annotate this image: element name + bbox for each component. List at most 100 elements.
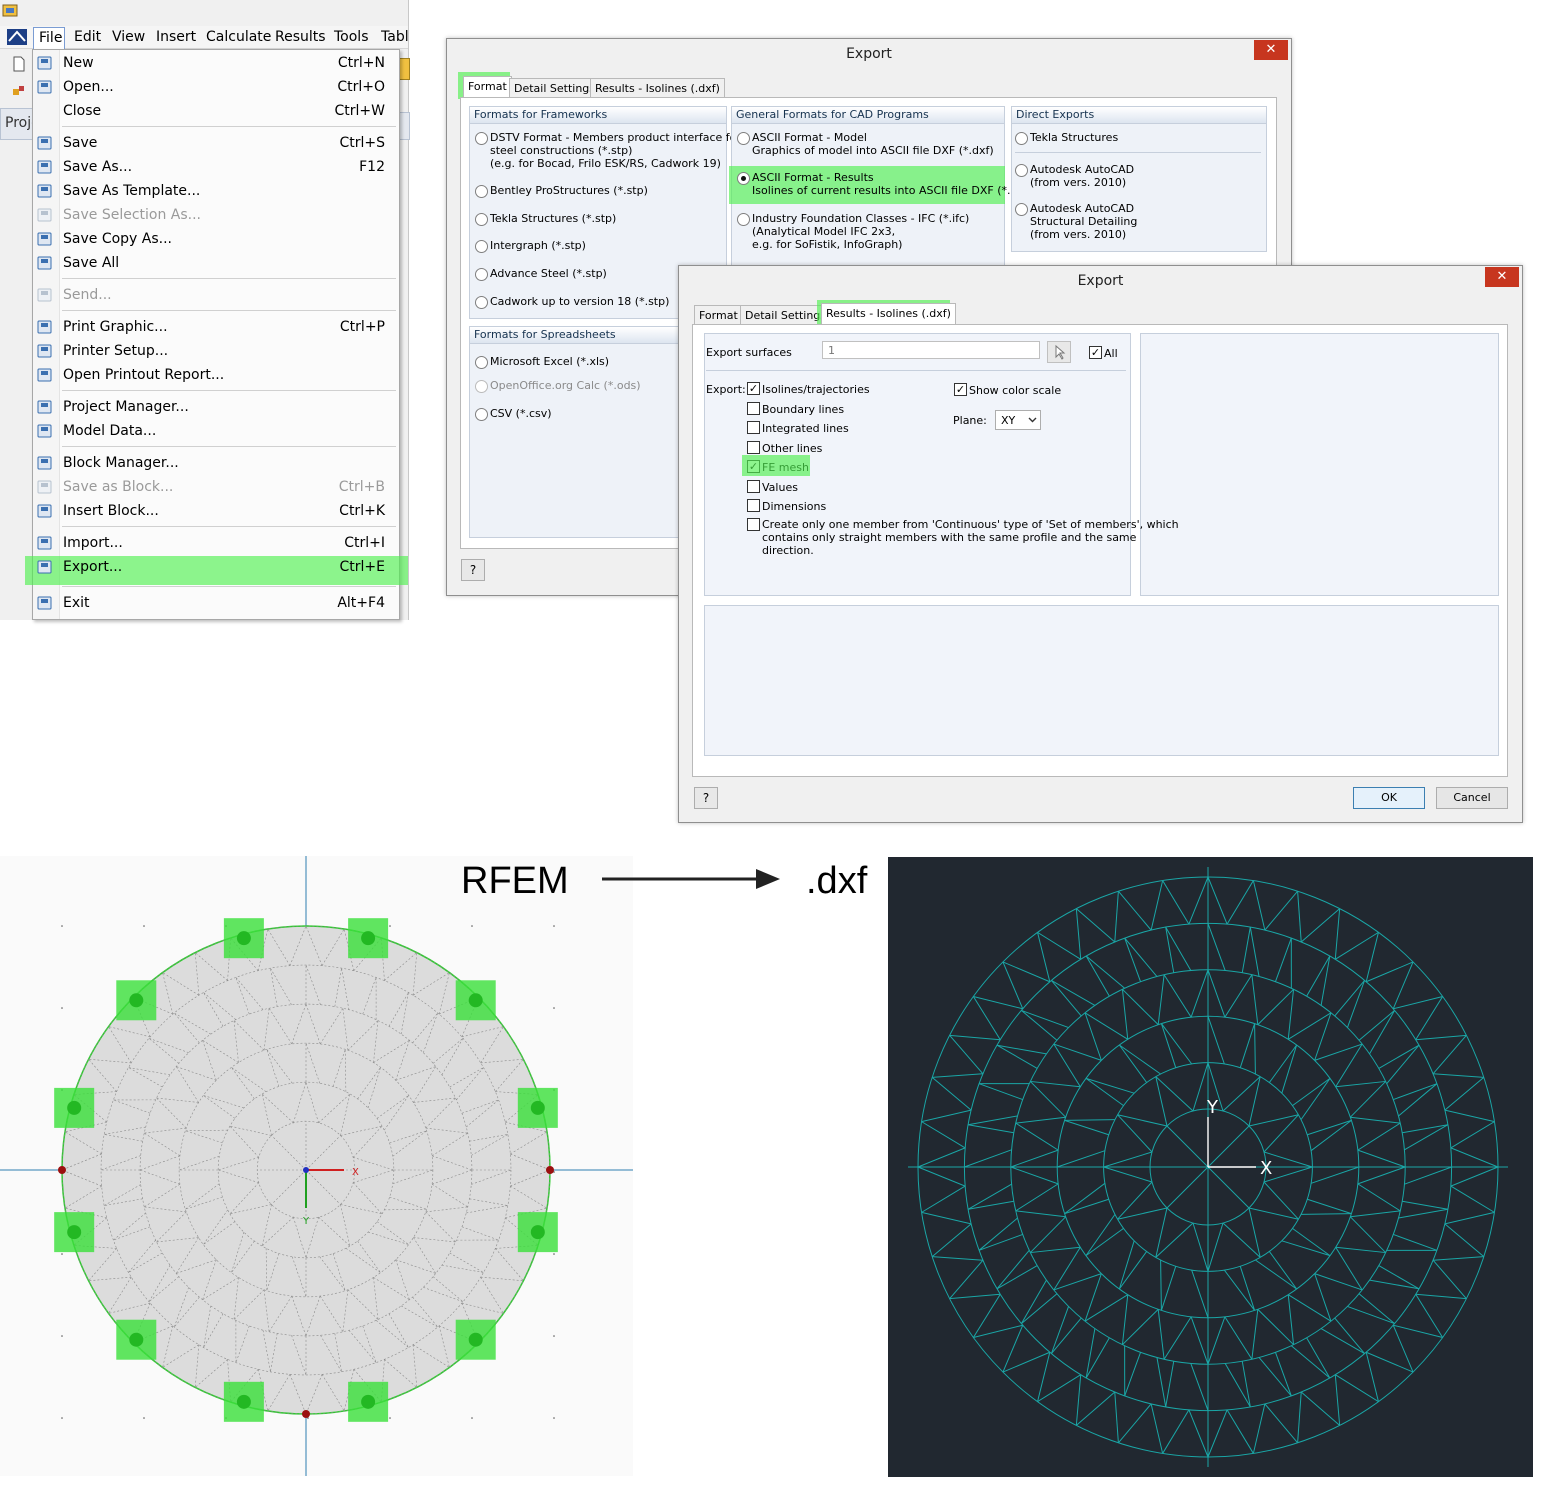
dxf-mesh-diagonal	[1255, 1259, 1297, 1290]
dxf-mesh-diagonal	[1192, 1062, 1209, 1112]
export-check-other-lines[interactable]	[747, 441, 760, 454]
export-check-boundary-lines[interactable]	[747, 402, 760, 415]
dxf-mesh-edge	[1268, 1251, 1298, 1290]
dxf-mesh-diagonal	[1053, 1273, 1102, 1291]
cancel-button[interactable]: Cancel	[1436, 787, 1508, 809]
new-document-icon[interactable]	[12, 56, 26, 72]
export-check-values[interactable]	[747, 480, 760, 493]
dxf-mesh-diagonal	[1357, 1149, 1406, 1168]
dxf-mesh-diagonal	[1037, 1374, 1081, 1403]
menu-item-open[interactable]: Open... Ctrl+O	[32, 76, 398, 98]
local-x-label: X	[352, 1167, 359, 1178]
tab-format[interactable]: Format	[694, 305, 743, 326]
menu-item-save-as[interactable]: Save As... F12	[32, 156, 398, 178]
dxf-mesh-edge	[1393, 1233, 1438, 1251]
export-check-integrated-lines[interactable]	[747, 421, 760, 434]
plane-select[interactable]: XY	[995, 410, 1041, 430]
dxf-mesh-diagonal	[1393, 996, 1443, 1010]
all-checkbox[interactable]: ✓	[1089, 346, 1102, 359]
select-surfaces-button[interactable]	[1047, 341, 1071, 363]
ok-button[interactable]: OK	[1353, 787, 1425, 809]
dxf-mesh-diagonal	[1076, 1391, 1116, 1426]
dxf-mesh-diagonal	[1335, 1246, 1363, 1291]
export-surfaces-input[interactable]: 1	[822, 341, 1040, 359]
menu-results[interactable]: Results	[275, 29, 326, 45]
menu-item-printer-setup[interactable]: Printer Setup...	[32, 340, 398, 362]
tab-results-isolines[interactable]: Results - Isolines (.dxf)	[821, 303, 956, 324]
menu-item-close[interactable]: Close Ctrl+W	[32, 100, 398, 122]
close-button[interactable]: ✕	[1485, 267, 1519, 287]
menu-calculate[interactable]: Calculate	[206, 29, 271, 45]
local-y-label: Y	[302, 1216, 310, 1227]
arrow-right-icon	[602, 869, 780, 889]
menu-item-new[interactable]: New Ctrl+N	[32, 52, 398, 74]
autocad-detailing-radio[interactable]	[1015, 203, 1028, 216]
autocad-radio[interactable]	[1015, 164, 1028, 177]
ifc-radio[interactable]	[737, 213, 750, 226]
dxf-mesh-diagonal	[1084, 1294, 1129, 1322]
menu-item-import[interactable]: Import... Ctrl+I	[32, 532, 398, 554]
menu-edit[interactable]: Edit	[74, 29, 101, 45]
cadwork-radio[interactable]	[475, 296, 488, 309]
dxf-mesh-diagonal	[1085, 1077, 1135, 1094]
openoffice-radio	[475, 380, 488, 393]
dxf-mesh-diagonal	[1287, 1012, 1332, 1040]
excel-radio[interactable]	[475, 356, 488, 369]
dxf-mesh-diagonal	[1450, 1147, 1499, 1168]
menu-item-block-manager[interactable]: Block Manager...	[32, 452, 398, 474]
export-icon	[37, 559, 53, 575]
menu-separator	[62, 310, 396, 311]
tekla-stp-radio[interactable]	[475, 213, 488, 226]
dxf-mesh-diagonal	[1190, 969, 1209, 1018]
tab-results-isolines[interactable]: Results - Isolines (.dxf)	[590, 78, 725, 99]
help-button[interactable]: ?	[461, 559, 485, 581]
ascii-results-radio[interactable]	[737, 172, 750, 185]
support-node	[361, 931, 376, 946]
menu-item-project-manager[interactable]: Project Manager...	[32, 396, 398, 418]
menu-view[interactable]: View	[112, 29, 145, 45]
menu-tools[interactable]: Tools	[334, 29, 369, 45]
toolbar-tool-icon[interactable]	[12, 84, 26, 98]
dxf-mesh-diagonal	[921, 1121, 966, 1149]
spreadsheets-header: Formats for Spreadsheets	[470, 327, 682, 344]
dxf-mesh-edge	[1248, 1207, 1299, 1220]
menu-item-open-printout-report[interactable]: Open Printout Report...	[32, 364, 398, 386]
menu-item-save[interactable]: Save Ctrl+S	[32, 132, 398, 154]
dxf-mesh-edge	[1030, 1080, 1081, 1088]
menu-item-shortcut: F12	[359, 159, 385, 175]
create-member-checkbox[interactable]	[747, 518, 760, 531]
project-navigator-tab[interactable]: Proje	[0, 108, 40, 140]
tab-format[interactable]: Format	[463, 76, 512, 97]
dstv-line-3: (e.g. for Bocad, Frilo ESK/RS, Cadwork 1…	[490, 157, 721, 170]
menu-item-save-all[interactable]: Save All	[32, 252, 398, 274]
close-button[interactable]: ✕	[1254, 40, 1288, 60]
help-button[interactable]: ?	[694, 787, 718, 809]
dxf-mesh-edge	[1037, 931, 1081, 960]
dxf-mesh-diagonal	[1310, 1166, 1359, 1184]
support-node	[468, 1332, 483, 1347]
menu-file-active-label[interactable]: File	[39, 30, 62, 46]
grid-dot	[61, 1335, 63, 1337]
ascii-model-radio[interactable]	[737, 132, 750, 145]
menu-insert[interactable]: Insert	[156, 29, 196, 45]
menu-item-insert-block[interactable]: Insert Block... Ctrl+K	[32, 500, 398, 522]
tekla-direct-radio[interactable]	[1015, 132, 1028, 145]
menu-item-model-data[interactable]: Model Data...	[32, 420, 398, 442]
dxf-mesh-edge	[996, 1265, 1038, 1290]
show-color-scale-checkbox[interactable]: ✓	[954, 383, 967, 396]
dstv-radio[interactable]	[475, 132, 488, 145]
menu-item-save-as-template[interactable]: Save As Template...	[32, 180, 398, 202]
advance-steel-radio[interactable]	[475, 268, 488, 281]
intergraph-radio[interactable]	[475, 240, 488, 253]
menu-item-print-graphic[interactable]: Print Graphic... Ctrl+P	[32, 316, 398, 338]
export-check-isolines-trajectories[interactable]: ✓	[747, 382, 760, 395]
tab-detail-settings[interactable]: Detail Settings	[509, 78, 601, 99]
menu-item-exit[interactable]: Exit Alt+F4	[32, 592, 398, 614]
export-check-dimensions[interactable]	[747, 499, 760, 512]
csv-radio[interactable]	[475, 408, 488, 421]
menu-item-save-copy-as[interactable]: Save Copy As...	[32, 228, 398, 250]
bentley-radio[interactable]	[475, 185, 488, 198]
menu-item-export[interactable]: Export... Ctrl+E	[32, 556, 398, 578]
dxf-mesh-diagonal	[1432, 1259, 1467, 1299]
menu-table[interactable]: Table	[381, 29, 408, 45]
